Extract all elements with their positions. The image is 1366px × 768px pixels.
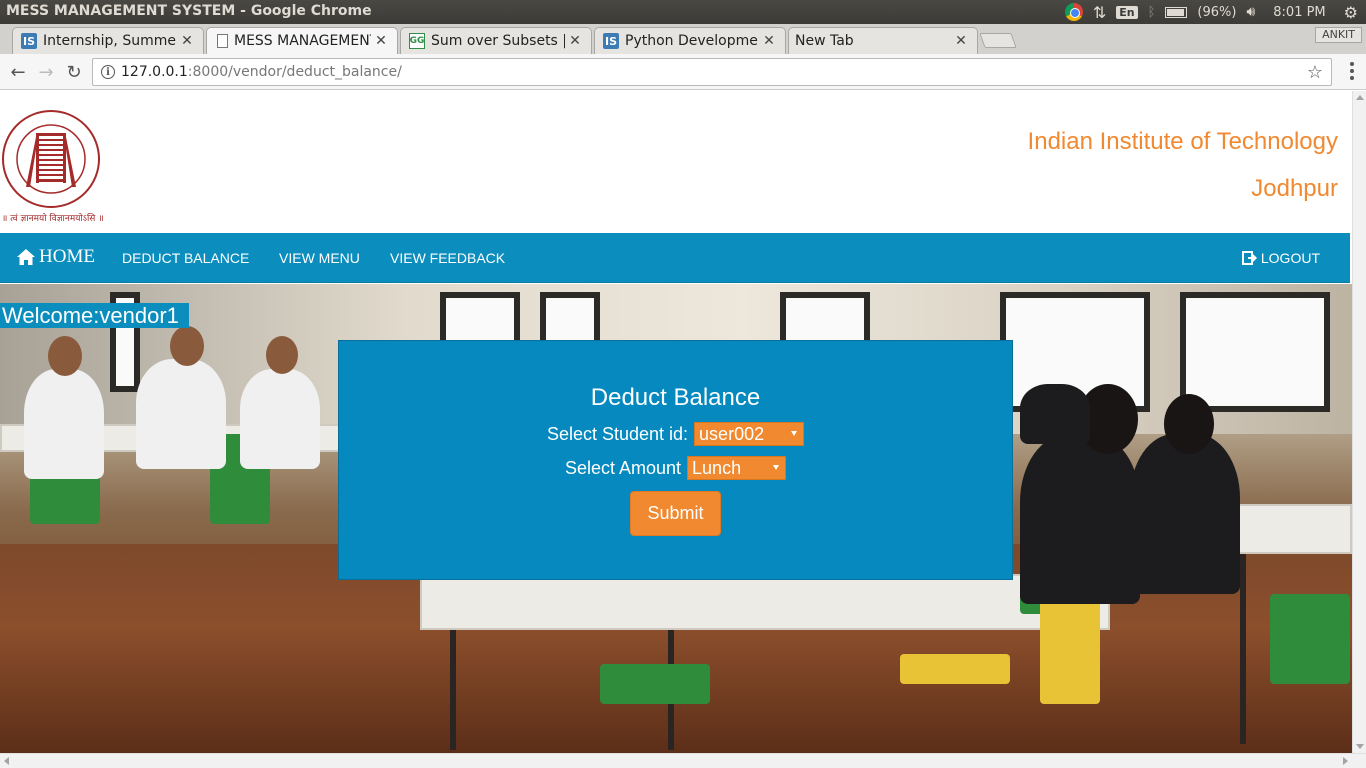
home-icon [17, 249, 35, 265]
browser-toolbar: ← → ↻ i 127.0.0.1:8000/vendor/deduct_bal… [0, 54, 1366, 90]
tab-label: MESS MANAGEMENT [234, 33, 371, 49]
network-transfer-icon[interactable]: ⇅ [1093, 3, 1106, 22]
address-bar[interactable]: i 127.0.0.1:8000/vendor/deduct_balance/ … [92, 58, 1332, 86]
tab-close-icon[interactable]: ✕ [951, 33, 971, 49]
forward-arrow-icon[interactable]: → [34, 60, 58, 84]
tab-close-icon[interactable]: ✕ [565, 33, 585, 49]
deduct-balance-panel: Deduct Balance Select Student id: user00… [338, 340, 1013, 580]
student-id-label: Select Student id: [546, 423, 689, 444]
vertical-scrollbar[interactable] [1352, 91, 1366, 753]
back-arrow-icon[interactable]: ← [6, 60, 30, 84]
tab-sum-over-subsets[interactable]: GG Sum over Subsets | ✕ [400, 27, 592, 54]
battery-percentage[interactable]: (96%) [1197, 5, 1236, 20]
nav-home-link[interactable]: HOME [16, 246, 95, 268]
student-id-value: user002 [699, 423, 765, 444]
amount-row: Select Amount Lunch [339, 456, 1012, 480]
tab-close-icon[interactable]: ✕ [177, 33, 197, 49]
url-path: :8000/vendor/deduct_balance/ [187, 64, 402, 80]
scroll-left-arrow-icon[interactable] [4, 757, 9, 765]
document-icon [217, 34, 228, 48]
tab-label: Internship, Summer [43, 33, 177, 49]
logo-motto: ॥ त्वं ज्ञानमयो विज्ञानमयोऽसि ॥ [2, 214, 104, 224]
nav-logout-link[interactable]: LOGOUT [1241, 250, 1320, 266]
dropdown-caret-icon [791, 431, 798, 436]
bluetooth-icon[interactable]: ᛒ [1148, 5, 1156, 20]
amount-value: Lunch [692, 457, 742, 478]
submit-button[interactable]: Submit [630, 491, 721, 536]
nav-view-feedback[interactable]: VIEW FEEDBACK [390, 250, 505, 266]
tab-mess-management[interactable]: MESS MANAGEMENT ✕ [206, 27, 398, 54]
is-favicon-icon: IS [603, 33, 619, 49]
site-header: ॥ त्वं ज्ञानमयो विज्ञानमयोऽसि ॥ Indian I… [0, 91, 1352, 233]
institute-name-line1: Indian Institute of Technology [1027, 128, 1338, 155]
horizontal-scrollbar[interactable] [0, 753, 1366, 768]
chrome-icon[interactable] [1064, 3, 1083, 21]
tab-label: Python Developme [625, 33, 758, 49]
browser-menu-icon[interactable] [1350, 62, 1354, 80]
bookmark-star-icon[interactable]: ☆ [1307, 62, 1323, 83]
logout-icon [1241, 251, 1257, 265]
nav-logout-label: LOGOUT [1260, 250, 1320, 266]
is-favicon-icon: IS [21, 33, 37, 49]
nav-deduct-balance[interactable]: DEDUCT BALANCE [122, 250, 249, 266]
profile-button[interactable]: ANKIT [1315, 27, 1362, 43]
reload-icon[interactable]: ↻ [62, 60, 86, 84]
iit-jodhpur-logo [2, 110, 100, 208]
tab-label: Sum over Subsets | [431, 33, 565, 49]
main-navbar: HOME DEDUCT BALANCE VIEW MENU VIEW FEEDB… [0, 233, 1350, 283]
student-id-select[interactable]: user002 [694, 422, 805, 446]
tab-internship[interactable]: IS Internship, Summer ✕ [12, 27, 204, 54]
volume-icon[interactable]: 🔊︎ [1246, 4, 1255, 20]
nav-view-menu[interactable]: VIEW MENU [279, 250, 360, 266]
panel-title: Deduct Balance [590, 384, 761, 411]
tab-label: New Tab [795, 33, 854, 49]
welcome-banner: Welcome:vendor1 [0, 303, 189, 328]
dropdown-caret-icon [773, 465, 780, 470]
scroll-down-arrow-icon[interactable] [1356, 744, 1364, 749]
scroll-up-arrow-icon[interactable] [1356, 95, 1364, 100]
nav-home-label: HOME [39, 246, 95, 267]
clock[interactable]: 8:01 PM [1273, 5, 1325, 20]
window-title: MESS MANAGEMENT SYSTEM - Google Chrome [6, 3, 372, 19]
student-id-row: Select Student id: user002 [339, 422, 1012, 446]
amount-label: Select Amount [564, 457, 682, 478]
os-title-bar: MESS MANAGEMENT SYSTEM - Google Chrome ⇅… [0, 0, 1366, 24]
system-tray: ⇅ En ᛒ (96%) 🔊︎ 8:01 PM ⚙ [1064, 0, 1358, 24]
url-host: 127.0.0.1 [121, 64, 188, 80]
institute-name-line2: Jodhpur [1251, 175, 1338, 202]
scroll-right-arrow-icon[interactable] [1343, 757, 1348, 765]
battery-icon[interactable] [1165, 6, 1188, 18]
new-tab-button[interactable] [979, 33, 1017, 48]
page-viewport: ॥ त्वं ज्ञानमयो विज्ञानमयोऽसि ॥ Indian I… [0, 91, 1352, 753]
tab-new-tab[interactable]: New Tab ✕ [788, 27, 978, 54]
gfg-favicon-icon: GG [409, 33, 425, 49]
keyboard-layout-indicator[interactable]: En [1116, 5, 1138, 19]
browser-tab-strip: IS Internship, Summer ✕ MESS MANAGEMENT … [0, 24, 1366, 54]
tab-python-developer[interactable]: IS Python Developme ✕ [594, 27, 786, 54]
tab-close-icon[interactable]: ✕ [371, 33, 391, 49]
tab-close-icon[interactable]: ✕ [759, 33, 779, 49]
site-info-icon[interactable]: i [101, 65, 115, 79]
amount-select[interactable]: Lunch [687, 456, 787, 480]
settings-gear-icon[interactable]: ⚙ [1344, 3, 1358, 22]
